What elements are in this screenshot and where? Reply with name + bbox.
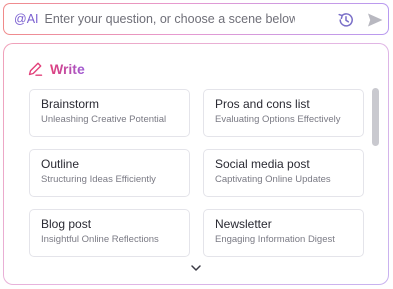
scene-card-outline[interactable]: Outline Structuring Ideas Efficiently [29, 149, 190, 197]
chevron-down-icon[interactable] [189, 263, 203, 273]
card-subtitle: Unleashing Creative Potential [41, 114, 167, 125]
scene-card-blog-post[interactable]: Blog post Insightful Online Reflections [29, 209, 190, 257]
scene-card-social-media-post[interactable]: Social media post Captivating Online Upd… [203, 149, 364, 197]
card-title: Brainstorm [41, 97, 100, 111]
card-title: Outline [41, 157, 80, 171]
card-subtitle: Evaluating Options Effectively [215, 114, 341, 125]
ai-prefix: @AI [14, 12, 39, 26]
scrollbar-thumb[interactable] [372, 88, 379, 146]
scene-card-newsletter[interactable]: Newsletter Engaging Information Digest [203, 209, 364, 257]
send-icon[interactable] [366, 11, 384, 29]
card-subtitle: Structuring Ideas Efficiently [41, 174, 156, 185]
pen-icon [27, 61, 43, 77]
write-panel: Write Brainstorm Unleashing Creative Pot… [3, 43, 389, 285]
card-subtitle: Insightful Online Reflections [41, 234, 159, 245]
card-subtitle: Captivating Online Updates [215, 174, 331, 185]
ai-input-bar[interactable]: @AI [3, 3, 389, 35]
card-title: Pros and cons list [215, 97, 310, 111]
write-header: Write [27, 61, 85, 77]
scene-card-brainstorm[interactable]: Brainstorm Unleashing Creative Potential [29, 89, 190, 137]
card-title: Blog post [41, 217, 92, 231]
ai-question-input[interactable] [44, 12, 295, 26]
card-title: Newsletter [215, 217, 272, 231]
scene-card-pros-cons-list[interactable]: Pros and cons list Evaluating Options Ef… [203, 89, 364, 137]
write-title: Write [50, 61, 85, 77]
card-subtitle: Engaging Information Digest [215, 234, 335, 245]
card-title: Social media post [215, 157, 310, 171]
history-icon[interactable] [337, 11, 355, 29]
